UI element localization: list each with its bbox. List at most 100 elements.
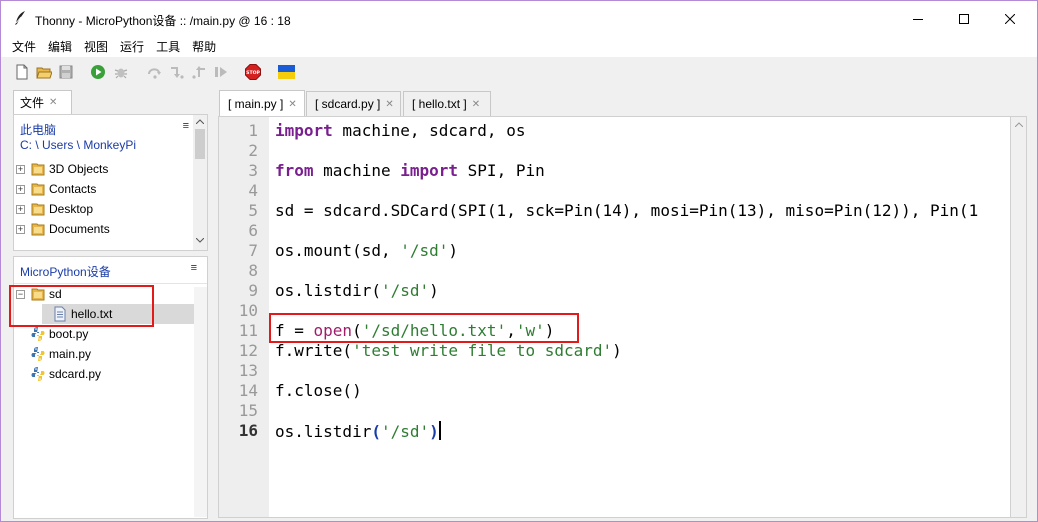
debug-icon[interactable] xyxy=(113,64,129,80)
tree-item-sdcard-py[interactable]: sdcard.py xyxy=(30,364,101,384)
chevron-up-icon[interactable] xyxy=(196,119,204,124)
close-icon[interactable]: ✕ xyxy=(472,99,480,110)
this-pc-path[interactable]: C: \ Users \ MonkeyPi xyxy=(20,138,136,152)
string-literal: '/sd' xyxy=(400,241,449,260)
close-window-button[interactable] xyxy=(987,1,1033,37)
step-over-icon[interactable] xyxy=(147,64,163,80)
line-number: 1 xyxy=(248,121,258,140)
code-line-14: f.close() xyxy=(275,381,362,401)
step-into-icon[interactable] xyxy=(169,64,185,80)
tab-files[interactable]: 文件 ✕ xyxy=(13,90,72,114)
tab-hello-txt[interactable]: [ hello.txt ] ✕ xyxy=(403,91,491,116)
scrollbar-thumb[interactable] xyxy=(195,129,205,159)
matched-paren: ( xyxy=(371,422,381,441)
chevron-up-icon[interactable] xyxy=(1015,122,1023,127)
this-pc-scrollbar[interactable] xyxy=(193,115,207,250)
tree-item-contacts[interactable]: + Contacts xyxy=(16,179,96,199)
line-number: 7 xyxy=(248,241,258,260)
chevron-down-icon[interactable] xyxy=(196,238,204,243)
close-icon xyxy=(1005,14,1015,24)
save-icon[interactable] xyxy=(58,64,74,80)
folder-icon xyxy=(31,223,45,236)
tree-item-boot-py[interactable]: boot.py xyxy=(30,324,88,344)
code-line-7: os.mount(sd, '/sd') xyxy=(275,241,458,261)
code-line-3: from machine import SPI, Pin xyxy=(275,161,545,181)
menu-help[interactable]: 帮助 xyxy=(186,37,222,57)
line-number: 2 xyxy=(248,141,258,160)
this-pc-pane: 此电脑 ≡ C: \ Users \ MonkeyPi + 3D Objects… xyxy=(13,114,208,251)
stop-icon[interactable]: STOP xyxy=(245,64,261,80)
code-line-1: import machine, sdcard, os xyxy=(275,121,525,141)
close-icon[interactable]: ✕ xyxy=(49,97,57,108)
line-number: 15 xyxy=(238,401,258,420)
string-literal: 'test write file to sdcard' xyxy=(352,341,613,360)
maximize-button[interactable] xyxy=(941,1,987,37)
menu-edit[interactable]: 编辑 xyxy=(42,37,78,57)
line-number-current: 16 xyxy=(238,421,258,440)
step-out-icon[interactable] xyxy=(191,64,207,80)
pane-menu-icon[interactable]: ≡ xyxy=(191,262,197,274)
editor-tab-bar: [ main.py ] ✕ [ sdcard.py ] ✕ [ hello.tx… xyxy=(218,89,1037,117)
ukraine-flag-icon xyxy=(278,65,295,79)
text-cursor xyxy=(438,421,441,440)
device-scrollbar[interactable] xyxy=(194,287,207,517)
menu-bar: 文件 编辑 视图 运行 工具 帮助 xyxy=(1,37,1037,57)
line-number: 9 xyxy=(248,281,258,300)
code-text: ) xyxy=(448,241,459,260)
expand-icon[interactable]: + xyxy=(16,224,25,234)
expand-icon[interactable]: + xyxy=(16,164,25,174)
close-icon[interactable]: ✕ xyxy=(288,99,296,110)
pane-menu-icon[interactable]: ≡ xyxy=(183,120,189,132)
line-number: 3 xyxy=(248,161,258,180)
keyword: import xyxy=(275,121,333,140)
keyword: from xyxy=(275,161,314,180)
new-file-icon[interactable] xyxy=(14,64,30,80)
code-text: os.listdir( xyxy=(275,281,381,300)
thonny-feather-icon xyxy=(15,11,25,25)
menu-run[interactable]: 运行 xyxy=(114,37,150,57)
minimize-icon xyxy=(913,19,923,20)
code-text: f.write( xyxy=(275,341,353,360)
line-number: 4 xyxy=(248,181,258,200)
thonny-window: Thonny - MicroPython设备 :: /main.py @ 16 … xyxy=(0,0,1038,522)
code-text: os.mount(sd, xyxy=(275,241,401,260)
code-text: machine, sdcard, os xyxy=(332,121,526,140)
code-line-12: f.write('test write file to sdcard') xyxy=(275,341,622,361)
code-text: sd = sdcard.SDCard(SPI(1, sck=Pin(14), m… xyxy=(275,201,979,220)
annotation-highlight-box xyxy=(269,313,579,343)
menu-tools[interactable]: 工具 xyxy=(150,37,186,57)
matched-paren: ) xyxy=(429,422,439,441)
python-file-icon xyxy=(31,367,45,381)
line-number: 5 xyxy=(248,201,258,220)
tab-sdcard-py[interactable]: [ sdcard.py ] ✕ xyxy=(306,91,401,116)
device-title[interactable]: MicroPython设备 xyxy=(20,263,111,280)
tab-main-py[interactable]: [ main.py ] ✕ xyxy=(219,90,305,117)
run-icon[interactable] xyxy=(90,64,106,80)
string-literal: '/sd' xyxy=(380,422,430,441)
close-icon[interactable]: ✕ xyxy=(385,99,393,110)
title-bar: Thonny - MicroPython设备 :: /main.py @ 16 … xyxy=(1,1,1037,37)
line-number: 13 xyxy=(238,361,258,380)
folder-icon xyxy=(31,203,45,216)
tree-item-desktop[interactable]: + Desktop xyxy=(16,199,93,219)
open-file-icon[interactable] xyxy=(36,64,52,80)
code-text: machine xyxy=(313,161,401,180)
minimize-button[interactable] xyxy=(895,1,941,37)
expand-icon[interactable]: + xyxy=(16,184,25,194)
menu-view[interactable]: 视图 xyxy=(78,37,114,57)
window-title: Thonny - MicroPython设备 :: /main.py @ 16 … xyxy=(35,14,291,28)
keyword: import xyxy=(400,161,459,180)
expand-icon[interactable]: + xyxy=(16,204,25,214)
resume-icon[interactable] xyxy=(213,64,229,80)
line-number: 14 xyxy=(238,381,258,400)
line-number-gutter: 1 2 3 4 5 6 7 8 9 10 11 12 13 14 15 16 xyxy=(219,117,269,517)
tree-item-main-py[interactable]: main.py xyxy=(30,344,91,364)
maximize-icon xyxy=(959,14,969,24)
tree-item-documents[interactable]: + Documents xyxy=(16,219,110,239)
menu-file[interactable]: 文件 xyxy=(6,37,42,57)
code-line-9: os.listdir('/sd') xyxy=(275,281,439,301)
editor-scrollbar[interactable] xyxy=(1010,116,1027,518)
tree-item-label: Contacts xyxy=(49,182,97,196)
tree-item-3d-objects[interactable]: + 3D Objects xyxy=(16,159,108,179)
this-pc-title[interactable]: 此电脑 xyxy=(20,121,56,138)
